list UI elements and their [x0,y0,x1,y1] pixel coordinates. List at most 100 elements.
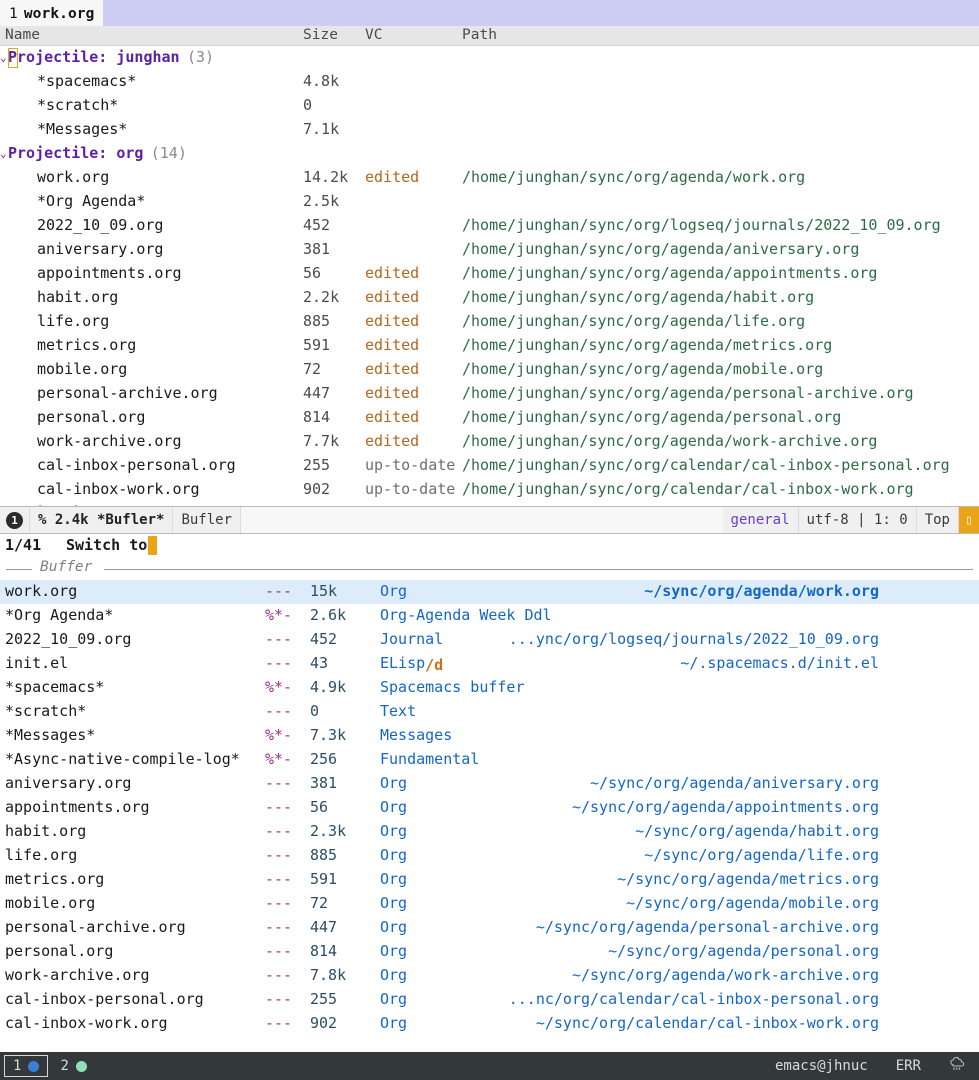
completion-candidate[interactable]: 2022_10_09.org --- 452 Journal ...ync/org/lo… [0,628,979,652]
completion-candidate[interactable]: life.org --- 885 Org ~/sync/org/agenda/life.… [0,844,979,868]
ibuffer-group-header[interactable]: ⌄ Projectile: org (14) [0,142,979,166]
input-method-segment[interactable]: general [722,507,799,533]
candidate-flags: --- [265,942,293,960]
completion-candidate[interactable]: cal-inbox-work.org --- 902 Org ~/sync/org/ca… [0,1012,979,1036]
candidate-major-mode: Org [380,966,408,984]
ibuffer-buffer-name: personal-archive.org [37,384,218,402]
chevron-down-icon[interactable]: ⌄ [0,148,7,159]
chevron-down-icon[interactable]: ⌄ [0,52,7,63]
ibuffer-buffer-size: 591 [303,336,331,354]
candidate-size: 452 [310,630,338,648]
window-number-badge[interactable]: 1 [0,507,30,533]
ibuffer-file-path: /home/junghan/sync/org/calendar/cal-inbo… [462,480,914,498]
ibuffer-row[interactable]: *spacemacs* 4.8k [0,70,979,94]
ibuffer-row[interactable]: work-archive.org 7.7k edited/home/junghan/… [0,430,979,454]
candidate-file-path: ~/sync/org/agenda/personal.org [608,942,879,960]
ibuffer-row[interactable]: *scratch* 0 [0,94,979,118]
completion-candidate[interactable]: aniversary.org --- 381 Org ~/sync/org/agenda… [0,772,979,796]
ibuffer-file-path: /home/junghan/sync/org/logseq/journals/2… [462,216,941,234]
buffer-info-segment: % 2.4k *Bufler* [30,507,174,533]
ibuffer-file-path: /home/junghan/sync/org/agenda/mobile.org [462,360,824,378]
candidate-flags: --- [265,654,293,672]
candidate-major-mode: Org [380,942,408,960]
scroll-position-segment[interactable]: Top [916,507,959,533]
candidate-size: 4.9k [310,678,347,696]
candidate-flags: --- [265,846,293,864]
battery-icon[interactable]: ▯ [959,507,979,533]
candidate-buffer-name: cal-inbox-work.org [5,1014,168,1032]
ibuffer-row[interactable]: metrics.org 591 edited/home/junghan/sync/o… [0,334,979,358]
encoding-position-segment[interactable]: utf-8 | 1: 0 [798,507,917,533]
completion-candidate[interactable]: *Messages* %*- 7.3k Messages [0,724,979,748]
host-label: emacs@jhnuc [774,1058,868,1074]
completion-candidate[interactable]: work-archive.org --- 7.8k Org ~/sync/org/age… [0,964,979,988]
completion-candidate[interactable]: metrics.org --- 591 Org ~/sync/org/agenda/me… [0,868,979,892]
ibuffer-row[interactable]: *Org Agenda* 2.5k [0,190,979,214]
ibuffer-file-path: /home/junghan/sync/org/agenda/personal.o… [462,408,842,426]
candidate-major-mode: Org [380,1014,408,1032]
buffer-info-label: % 2.4k *Bufler* [38,512,165,528]
candidate-flags: --- [265,822,293,840]
candidate-file-path: ~/sync/org/agenda/appointments.org [571,798,879,816]
completion-candidate[interactable]: mobile.org --- 72 Org ~/sync/org/agenda/mobi… [0,892,979,916]
ibuffer-row[interactable]: personal.org 814 edited/home/junghan/sync/… [0,406,979,430]
mode-line-filler [241,507,723,533]
weather-rain-icon[interactable] [949,1056,965,1076]
workspace-indicator-1[interactable]: 1 [4,1055,49,1077]
completion-candidate[interactable]: *Async-native-compile-log* %*- 256 Fundamen… [0,748,979,772]
completion-candidate[interactable]: *Org Agenda* %*- 2.6k Org-Agenda Week Ddl [0,604,979,628]
ibuffer-buffer-size: 2.5k [303,192,340,210]
completion-candidate[interactable]: init.el --- 43 ELisp/d ~/.spacemacs.d/init.e… [0,652,979,676]
candidate-size: 447 [310,918,338,936]
ibuffer-vc-status: edited [365,360,420,378]
ibuffer-row[interactable]: 2022_10_09.org 452/home/junghan/sync/org/… [0,214,979,238]
ibuffer-buffer-name: life.org [37,312,110,330]
candidate-flags: %*- [265,726,293,744]
ibuffer-vc-status: up-to-date [365,456,456,474]
completion-candidate[interactable]: appointments.org --- 56 Org ~/sync/org/agend… [0,796,979,820]
completion-candidate-selected[interactable]: work.org --- 15k Org ~/sync/org/agenda/work.… [0,580,979,604]
ibuffer-row[interactable]: cal-inbox-personal.org 255 up-to-date/home… [0,454,979,478]
candidate-file-path: ~/sync/org/agenda/life.org [644,846,879,864]
ibuffer-buffer-list[interactable]: ⌄ Projectile: junghan (3) *spacemacs* 4.8k *s… [0,46,979,506]
ibuffer-group-title: Projectile: junghan [8,48,180,66]
ibuffer-buffer-size: 447 [303,384,331,402]
candidate-file-path: ~/sync/org/agenda/work.org [644,582,879,600]
completion-candidate[interactable]: *scratch* --- 0 Text [0,700,979,724]
ibuffer-row[interactable]: personal-archive.org 447 edited/home/jungh… [0,382,979,406]
ibuffer-file-path: /home/junghan/sync/org/agenda/work.org [462,168,806,186]
completion-candidate[interactable]: personal.org --- 814 Org ~/sync/org/agenda/p… [0,940,979,964]
workspace-indicator-2[interactable]: 2 [52,1055,94,1077]
minibuffer-prompt[interactable]: 1/41 Switch to: [0,534,979,558]
candidate-file-path: ~/sync/org/agenda/mobile.org [626,894,879,912]
tab-work-org[interactable]: 1 work.org [0,0,104,26]
ibuffer-row[interactable]: mobile.org 72 edited/home/junghan/sync/org… [0,358,979,382]
ibuffer-buffer-size: 56 [303,264,322,282]
major-mode-segment[interactable]: Bufler [173,507,242,533]
ibuffer-row[interactable]: *Messages* 7.1k [0,118,979,142]
candidate-buffer-name: aniversary.org [5,774,132,792]
ibuffer-row[interactable]: appointments.org 56 edited/home/junghan/sy… [0,262,979,286]
ibuffer-row[interactable]: work.org 14.2k edited/home/junghan/sync/or… [0,166,979,190]
ibuffer-row[interactable]: habit.org 2.2k edited/home/junghan/sync/or… [0,286,979,310]
completion-candidate[interactable]: personal-archive.org --- 447 Org ~/sync/org/… [0,916,979,940]
ibuffer-file-path: /home/junghan/sync/org/calendar/cal-inbo… [462,456,950,474]
completion-candidate[interactable]: cal-inbox-personal.org --- 255 Org ...nc/org… [0,988,979,1012]
completion-candidate[interactable]: *spacemacs* %*- 4.9k Spacemacs buffer [0,676,979,700]
ibuffer-buffer-name: *Org Agenda* [37,192,146,210]
candidate-mode-suffix: /d [425,656,444,674]
candidate-buffer-name: cal-inbox-personal.org [5,990,204,1008]
ibuffer-vc-status: edited [365,168,420,186]
ibuffer-row[interactable]: cal-inbox-work.org 902 up-to-date/home/jun… [0,478,979,502]
block-cursor [8,48,18,68]
completion-candidate[interactable]: habit.org --- 2.3k Org ~/sync/org/agenda/hab… [0,820,979,844]
ibuffer-group-header[interactable]: ⌄ Projectile: junghan (3) [0,46,979,70]
ibuffer-row[interactable]: aniversary.org 381/home/junghan/sync/org/… [0,238,979,262]
error-indicator[interactable]: ERR [896,1058,921,1074]
encoding-position-label: utf-8 | 1: 0 [806,512,908,528]
completion-candidate-list[interactable]: work.org --- 15k Org ~/sync/org/agenda/work.… [0,580,979,1036]
candidate-buffer-name: life.org [5,846,78,864]
ibuffer-row[interactable]: life.org 885 edited/home/junghan/sync/org/… [0,310,979,334]
separator-line-right [104,569,973,570]
candidate-buffer-name: *Org Agenda* [5,606,114,624]
